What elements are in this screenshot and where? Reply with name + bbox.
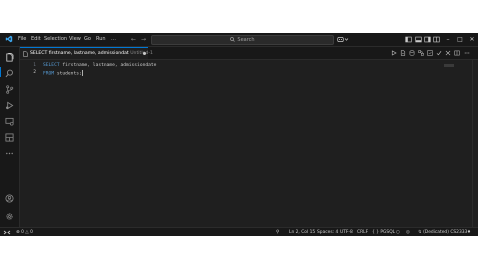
vscode-window: File Edit Selection View Go Run … ← → Se… [0, 33, 478, 236]
cursor-position[interactable]: Ln 2, Col 15 [289, 228, 315, 236]
toggle-primary-sidebar-icon[interactable] [405, 36, 412, 43]
line-number: 1 [33, 63, 36, 68]
close-button[interactable]: ✕ [466, 33, 478, 46]
tab-label: SELECT firstname, lastname, admissiondat… [30, 48, 153, 59]
keyword: FROM [43, 71, 55, 77]
more-actions-icon[interactable] [464, 50, 470, 56]
run-and-debug-icon[interactable] [5, 101, 14, 110]
menu-go[interactable]: Go [84, 33, 91, 46]
copilot-status-icon[interactable]: ○ [396, 228, 400, 236]
editor-tab-bar: SELECT firstname, lastname, admissiondat… [20, 47, 478, 60]
error-icon: ⊗ [16, 230, 20, 235]
search-icon [230, 37, 236, 42]
tab-untitled-1[interactable]: SELECT firstname, lastname, admissiondat… [20, 47, 153, 59]
remote-explorer-icon[interactable] [5, 117, 14, 126]
execute-query-icon[interactable] [391, 50, 397, 56]
status-bar: ⊗ 0 △ 0 ⚲ Ln 2, Col 15 Spaces: 4 UTF-8 C… [0, 227, 478, 236]
plan-icon[interactable] [418, 50, 424, 56]
file-icon [23, 51, 28, 57]
line-number: 2 [33, 70, 36, 75]
language-mode[interactable]: { } PGSQL [372, 228, 395, 236]
vertical-scrollbar[interactable] [472, 60, 478, 227]
accounts-icon[interactable] [5, 194, 14, 203]
explorer-icon[interactable] [5, 53, 14, 62]
search-label: Search [237, 37, 255, 43]
split-editor-icon[interactable] [454, 50, 460, 56]
nav-forward-icon[interactable]: → [141, 33, 146, 46]
extensions-icon[interactable] [5, 133, 14, 142]
unsaved-dot-icon[interactable] [143, 52, 146, 55]
copilot-dropdown-icon[interactable] [344, 36, 349, 43]
title-bar: File Edit Selection View Go Run … ← → Se… [0, 33, 478, 47]
customize-layout-icon[interactable] [433, 36, 440, 43]
copilot-icon[interactable] [337, 36, 344, 43]
vscode-logo-icon[interactable] [5, 35, 13, 43]
connection-status[interactable]: ↯ (Dedicated) CS2333 [418, 228, 467, 236]
more-views-icon[interactable] [5, 149, 14, 158]
menu-more[interactable]: … [111, 33, 116, 46]
tab-title: SELECT firstname, lastname, admissiondat [30, 51, 129, 56]
manage-gear-icon[interactable] [5, 212, 14, 221]
minimize-button[interactable]: – [442, 33, 454, 46]
toggle-secondary-sidebar-icon[interactable] [424, 36, 431, 43]
warning-count: 0 [30, 230, 33, 235]
code-line[interactable]: SELECT firstname, lastname, admissiondat… [43, 63, 156, 68]
code-editor[interactable]: 1 2 SELECT firstname, lastname, admissio… [20, 60, 478, 227]
menu-run[interactable]: Run [96, 33, 106, 46]
cancel-query-icon[interactable] [445, 50, 451, 56]
menu-selection[interactable]: Selection [44, 33, 67, 46]
nav-back-icon[interactable]: ← [131, 33, 136, 46]
maximize-button[interactable]: □ [454, 33, 466, 46]
error-count: 0 [21, 230, 24, 235]
active-indicator [0, 67, 1, 77]
search-icon[interactable] [5, 69, 14, 78]
menu-file[interactable]: File [18, 33, 26, 46]
tab-subtitle: Untitled-1 [130, 51, 153, 56]
zoom-icon[interactable]: ⚲ [276, 228, 279, 236]
remote-indicator-icon[interactable] [0, 228, 14, 236]
notifications-bell-icon[interactable]: ♦ [467, 228, 471, 236]
menu-view[interactable]: View [69, 33, 81, 46]
keyword: SELECT [43, 63, 60, 68]
warning-icon: △ [25, 230, 29, 235]
encoding[interactable]: UTF-8 [340, 228, 353, 236]
code-text: students; [54, 71, 82, 77]
database-icon[interactable] [409, 50, 415, 56]
toggle-panel-icon[interactable] [415, 36, 422, 43]
command-center-search[interactable]: Search [151, 35, 334, 45]
code-text: firstname, lastname, admissiondate [59, 63, 157, 68]
source-control-icon[interactable] [5, 85, 14, 94]
text-cursor [81, 70, 83, 76]
explain-icon[interactable] [427, 50, 433, 56]
problems-indicator[interactable]: ⊗ 0 △ 0 [16, 228, 33, 236]
connection-icon: ↯ [418, 230, 422, 235]
activity-bar [0, 47, 20, 227]
indentation[interactable]: Spaces: 4 [317, 228, 338, 236]
end-of-line[interactable]: CRLF [357, 228, 368, 236]
minimap[interactable] [444, 64, 454, 67]
new-query-icon[interactable] [400, 50, 406, 56]
database-status-icon[interactable]: ◎ [406, 228, 410, 236]
code-line[interactable]: FROM students; [43, 70, 83, 77]
check-icon[interactable] [436, 50, 442, 56]
menu-edit[interactable]: Edit [31, 33, 41, 46]
connection-label: (Dedicated) CS2333 [423, 230, 468, 235]
